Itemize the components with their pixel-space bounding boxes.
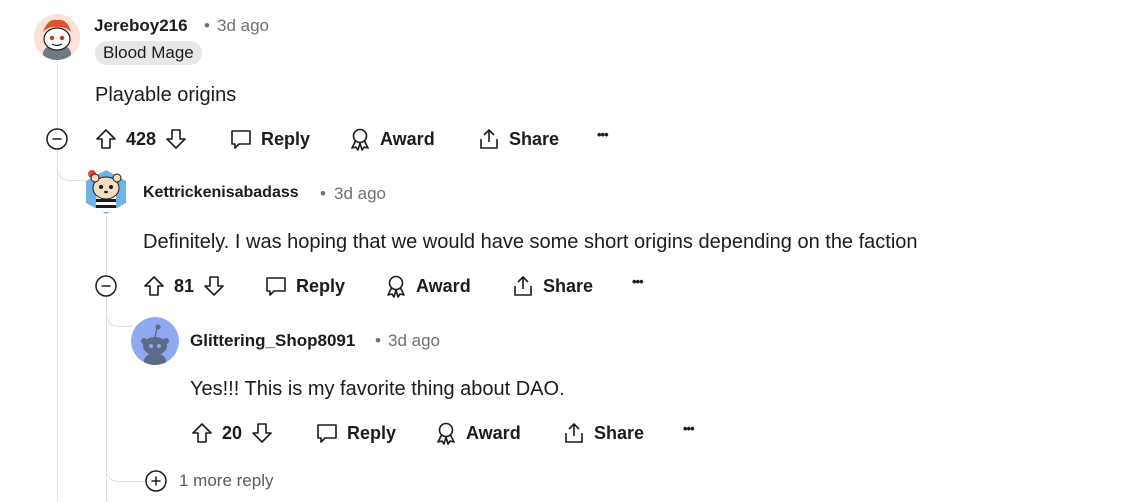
share-icon (511, 274, 535, 298)
plus-circle-icon (145, 470, 167, 492)
comment-timestamp[interactable]: 3d ago (388, 331, 440, 351)
comment-timestamp[interactable]: 3d ago (217, 16, 269, 36)
vote-count: 428 (126, 128, 157, 149)
comment-thread: Jereboy216 • 3d ago Blood Mage Playable … (0, 0, 1135, 502)
reply-button[interactable]: Reply (315, 421, 396, 445)
vote-group: 81 (142, 274, 226, 298)
more-options-icon: ••• (632, 274, 644, 289)
vote-group: 20 (190, 421, 274, 445)
comment-author[interactable]: Kettrickenisabadass (143, 184, 299, 202)
minus-circle-icon (95, 275, 117, 297)
share-button[interactable]: Share (477, 127, 559, 151)
user-flair: Blood Mage (95, 41, 202, 65)
reply-button[interactable]: Reply (264, 274, 345, 298)
award-icon (434, 421, 458, 445)
dot-separator: • (320, 184, 326, 203)
thread-connector-level2 (57, 152, 86, 181)
vote-count: 81 (174, 275, 195, 296)
comment-bubble-icon (315, 421, 339, 445)
thread-connector-level3 (106, 300, 133, 327)
award-label: Award (416, 275, 471, 296)
comment-body: Yes!!! This is my favorite thing about D… (190, 378, 565, 400)
comment-timestamp[interactable]: 3d ago (334, 184, 386, 204)
avatar[interactable] (131, 317, 179, 365)
collapse-thread-button[interactable] (46, 128, 68, 150)
vote-count: 20 (222, 422, 243, 443)
share-button[interactable]: Share (562, 421, 644, 445)
comment-bubble-icon (264, 274, 288, 298)
share-icon (477, 127, 501, 151)
comment-body: Playable origins (95, 84, 237, 106)
vote-group: 428 (94, 127, 188, 151)
more-replies-label: 1 more reply (179, 471, 274, 490)
avatar[interactable] (34, 14, 80, 60)
downvote-icon[interactable] (164, 127, 188, 151)
award-icon (348, 127, 372, 151)
upvote-icon[interactable] (142, 274, 166, 298)
reply-button[interactable]: Reply (229, 127, 310, 151)
reply-label: Reply (261, 128, 311, 149)
share-label: Share (543, 275, 594, 296)
snoo-avatar-icon (34, 14, 80, 60)
upvote-icon[interactable] (190, 421, 214, 445)
more-options-icon: ••• (597, 127, 609, 142)
minus-circle-icon (46, 128, 68, 150)
snoo-avatar-icon (131, 317, 179, 365)
award-label: Award (466, 422, 521, 443)
award-button[interactable]: Award (384, 274, 471, 298)
dot-separator: • (375, 331, 381, 350)
award-button[interactable]: Award (434, 421, 521, 445)
thread-connector-more-replies (106, 455, 145, 482)
share-icon (562, 421, 586, 445)
award-label: Award (380, 128, 435, 149)
reply-label: Reply (347, 422, 397, 443)
comment-bubble-icon (229, 127, 253, 151)
downvote-icon[interactable] (202, 274, 226, 298)
award-icon (384, 274, 408, 298)
more-replies-button[interactable]: 1 more reply (145, 470, 273, 492)
dot-separator: • (204, 16, 210, 35)
share-label: Share (509, 128, 560, 149)
upvote-icon[interactable] (94, 127, 118, 151)
comment-author[interactable]: Glittering_Shop8091 (190, 331, 355, 351)
more-options-icon: ••• (683, 421, 695, 436)
comment-author[interactable]: Jereboy216 (94, 16, 188, 36)
more-options-button[interactable]: ••• (632, 274, 644, 289)
snoo-avatar-icon (86, 170, 126, 214)
more-options-button[interactable]: ••• (683, 421, 695, 436)
reply-label: Reply (296, 275, 346, 296)
award-button[interactable]: Award (348, 127, 435, 151)
avatar[interactable] (84, 168, 128, 216)
more-options-button[interactable]: ••• (597, 127, 609, 142)
collapse-thread-button[interactable] (95, 275, 117, 297)
share-label: Share (594, 422, 645, 443)
downvote-icon[interactable] (250, 421, 274, 445)
comment-body: Definitely. I was hoping that we would h… (143, 231, 918, 253)
share-button[interactable]: Share (511, 274, 593, 298)
